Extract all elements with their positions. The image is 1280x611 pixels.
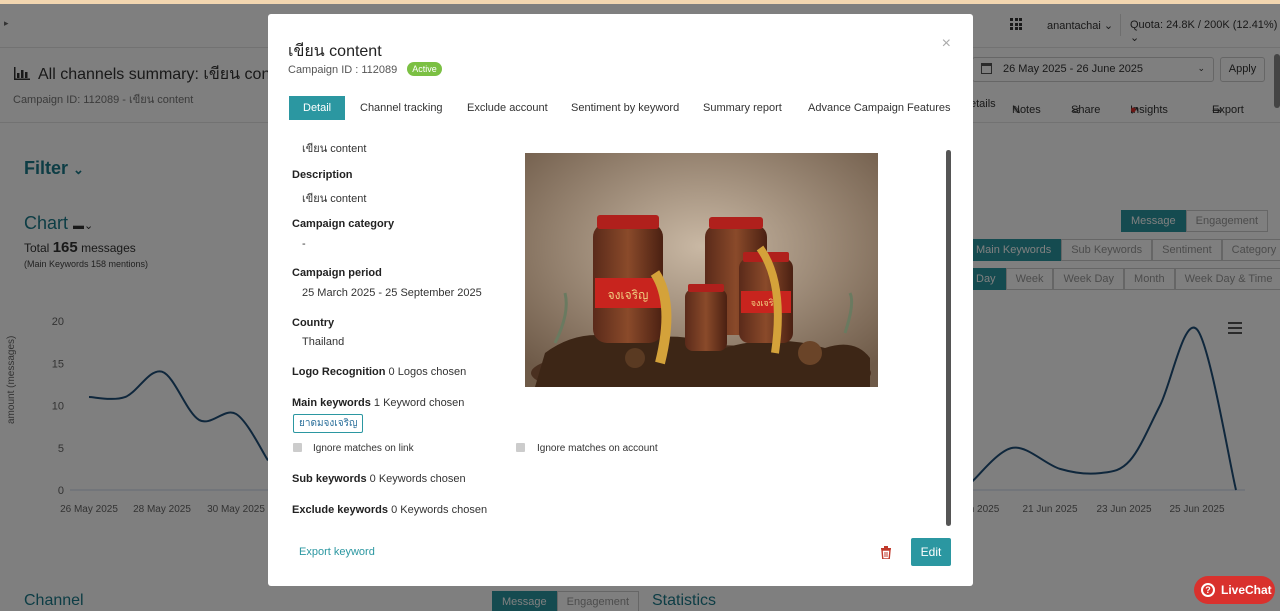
close-icon[interactable]: × bbox=[942, 35, 951, 53]
logo-recognition: Logo Recognition 0 Logos chosen bbox=[292, 366, 466, 378]
main-kw-value: 1 Keyword chosen bbox=[373, 397, 465, 409]
campaign-detail-modal: เขียน content × Campaign ID : 112089 Acti… bbox=[268, 14, 973, 586]
campaign-product-image: จงเจริญ จงเจริญ bbox=[525, 153, 878, 387]
jar-small bbox=[685, 284, 727, 351]
sub-kw-value: 0 Keywords chosen bbox=[369, 473, 466, 485]
country-value: Thailand bbox=[302, 336, 345, 348]
status-badge: Active bbox=[407, 62, 442, 76]
period-label: Campaign period bbox=[292, 267, 382, 279]
edit-button[interactable]: Edit bbox=[911, 538, 951, 566]
ignore-link-checkbox[interactable] bbox=[293, 443, 302, 452]
tab-exclude-account[interactable]: Exclude account bbox=[467, 96, 548, 120]
ignore-account-checkbox[interactable] bbox=[516, 443, 525, 452]
main-kw-label: Main keywords bbox=[292, 397, 371, 409]
campaign-id-text: Campaign ID : 112089 bbox=[288, 64, 398, 76]
category-value: - bbox=[302, 238, 306, 250]
modal-body: เขียน content Description เขียน content … bbox=[268, 136, 973, 526]
sub-keywords: Sub keywords 0 Keywords chosen bbox=[292, 473, 466, 485]
category-label: Campaign category bbox=[292, 218, 395, 230]
country-label: Country bbox=[292, 317, 335, 329]
description-value: เขียน content bbox=[302, 193, 367, 205]
livechat-label: LiveChat bbox=[1221, 583, 1272, 597]
ignore-account-label: Ignore matches on account bbox=[537, 443, 658, 454]
logo-value: 0 Logos chosen bbox=[388, 366, 467, 378]
campaign-name-value: เขียน content bbox=[302, 143, 367, 155]
tab-summary-report[interactable]: Summary report bbox=[703, 96, 782, 120]
logo-label: Logo Recognition bbox=[292, 366, 386, 378]
modal-title: เขียน content bbox=[288, 43, 382, 60]
exclude-kw-label: Exclude keywords bbox=[292, 504, 388, 516]
modal-scrollbar-thumb[interactable] bbox=[946, 150, 951, 526]
keyword-tag[interactable]: ยาดมจงเจริญ bbox=[293, 414, 364, 433]
livechat-button[interactable]: ? LiveChat bbox=[1194, 576, 1275, 604]
sub-kw-label: Sub keywords bbox=[292, 473, 367, 485]
help-icon: ? bbox=[1201, 583, 1215, 597]
trash-icon[interactable] bbox=[880, 546, 892, 559]
export-keyword-link[interactable]: Export keyword bbox=[299, 546, 375, 558]
tab-sentiment-by-keyword[interactable]: Sentiment by keyword bbox=[571, 96, 679, 120]
description-label: Description bbox=[292, 169, 353, 181]
tab-advance-features[interactable]: Advance Campaign Features bbox=[808, 96, 950, 120]
jar-large: จงเจริญ bbox=[593, 215, 663, 343]
main-keywords: Main keywords 1 Keyword chosen bbox=[292, 397, 464, 409]
campaign-id: Campaign ID : 112089 Active bbox=[288, 62, 442, 76]
exclude-keywords: Exclude keywords 0 Keywords chosen bbox=[292, 504, 487, 516]
tab-detail[interactable]: Detail bbox=[289, 96, 346, 120]
svg-text:จงเจริญ: จงเจริญ bbox=[608, 288, 649, 302]
ignore-link-label: Ignore matches on link bbox=[313, 443, 414, 454]
exclude-kw-value: 0 Keywords chosen bbox=[391, 504, 488, 516]
tab-channel-tracking[interactable]: Channel tracking bbox=[360, 96, 443, 120]
period-value: 25 March 2025 - 25 September 2025 bbox=[302, 287, 482, 299]
